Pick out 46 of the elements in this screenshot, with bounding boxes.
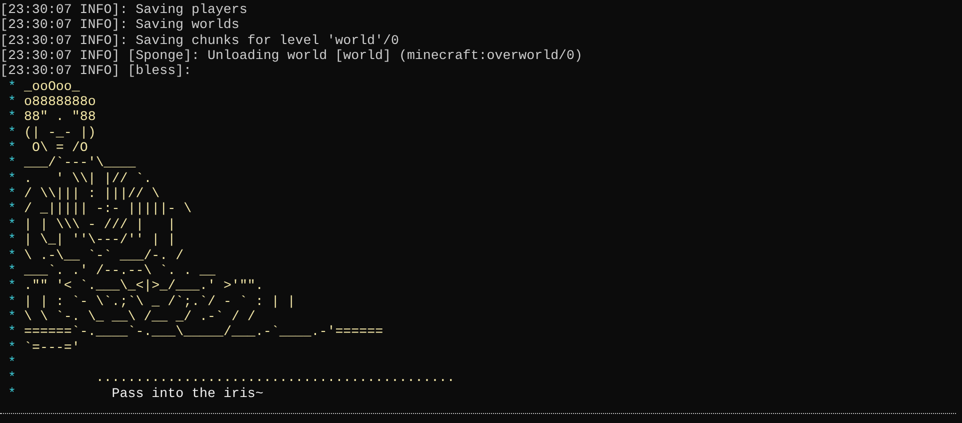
bullet-marker: * <box>8 140 17 156</box>
log-line: [23:30:07 INFO] [bless]: <box>0 63 192 79</box>
bullet-marker: * <box>8 216 17 232</box>
ascii-art-line: 88" . "88 <box>24 109 96 125</box>
bullet-marker: * <box>8 324 17 340</box>
bullet-marker: * <box>8 170 17 186</box>
log-line: [23:30:07 INFO]: Saving worlds <box>0 17 240 33</box>
ascii-art-line: ............................................. <box>94 370 455 386</box>
bullet-marker: * <box>8 278 17 294</box>
bullet-marker: * <box>8 308 17 324</box>
ascii-art-line: ======`-.____`-.___\_____/___.-`____.-'====== <box>24 324 384 340</box>
ascii-art-line: ___/`---'\____ <box>24 155 136 171</box>
bullet-marker: * <box>8 370 17 386</box>
ascii-art-line: \ \ `-. \_ __\ /__ _/ .-` / / <box>24 308 256 324</box>
ascii-art-line: (| -_- |) <box>24 124 96 140</box>
ascii-art-line: _ooOoo_ <box>24 78 80 94</box>
bullet-marker: * <box>8 232 17 248</box>
ascii-art-line: `=---=' <box>24 340 80 355</box>
ascii-art-line: O\ = /O <box>30 140 88 156</box>
bullet-marker: * <box>8 201 17 217</box>
bullet-marker: * <box>8 109 17 125</box>
ascii-art-line: ."" '< `.___\_<|>_/___.' >'"". <box>24 278 264 294</box>
log-line: [23:30:07 INFO]: Saving players <box>0 2 248 18</box>
bullet-marker: * <box>8 124 17 140</box>
log-line: [23:30:07 INFO]: Saving chunks for level 'world'/0 <box>0 32 399 48</box>
ascii-art-line: / \\||| : |||// \ <box>24 186 160 202</box>
ascii-art-line: \ .-\__ `-` ___/-. / <box>24 248 184 263</box>
bullet-marker: * <box>8 294 17 309</box>
ascii-art-line: / _||||| -:- |||||- \ <box>24 201 192 217</box>
caption-line: Pass into the iris~ <box>110 386 264 401</box>
ascii-art-line: ___`. .' /--.--\ `. . __ <box>24 262 216 278</box>
ascii-art-line: . ' \\| |// `. <box>24 170 152 186</box>
bullet-marker: * <box>8 94 17 110</box>
ascii-art-line: o8888888o <box>24 94 96 110</box>
bullet-marker: * <box>8 186 17 202</box>
ascii-art-line: | | \\\ - /// | | <box>24 216 176 232</box>
bullet-marker: * <box>8 340 17 355</box>
ascii-art-line: | | : `- \`.;`\ _ /`;.`/ - ` : | | <box>24 294 296 309</box>
bullet-marker: * <box>8 386 17 401</box>
ascii-art-line: | \_| ''\---/'' | | <box>24 232 176 248</box>
bullet-marker: * <box>8 155 17 171</box>
log-line: [23:30:07 INFO] [Sponge]: Unloading world [world] (minecraft:overworld/0) <box>0 48 582 64</box>
bullet-marker: * <box>8 78 17 94</box>
bullet-marker: * <box>8 354 17 370</box>
bullet-marker: * <box>8 262 17 278</box>
bullet-marker: * <box>8 248 17 263</box>
